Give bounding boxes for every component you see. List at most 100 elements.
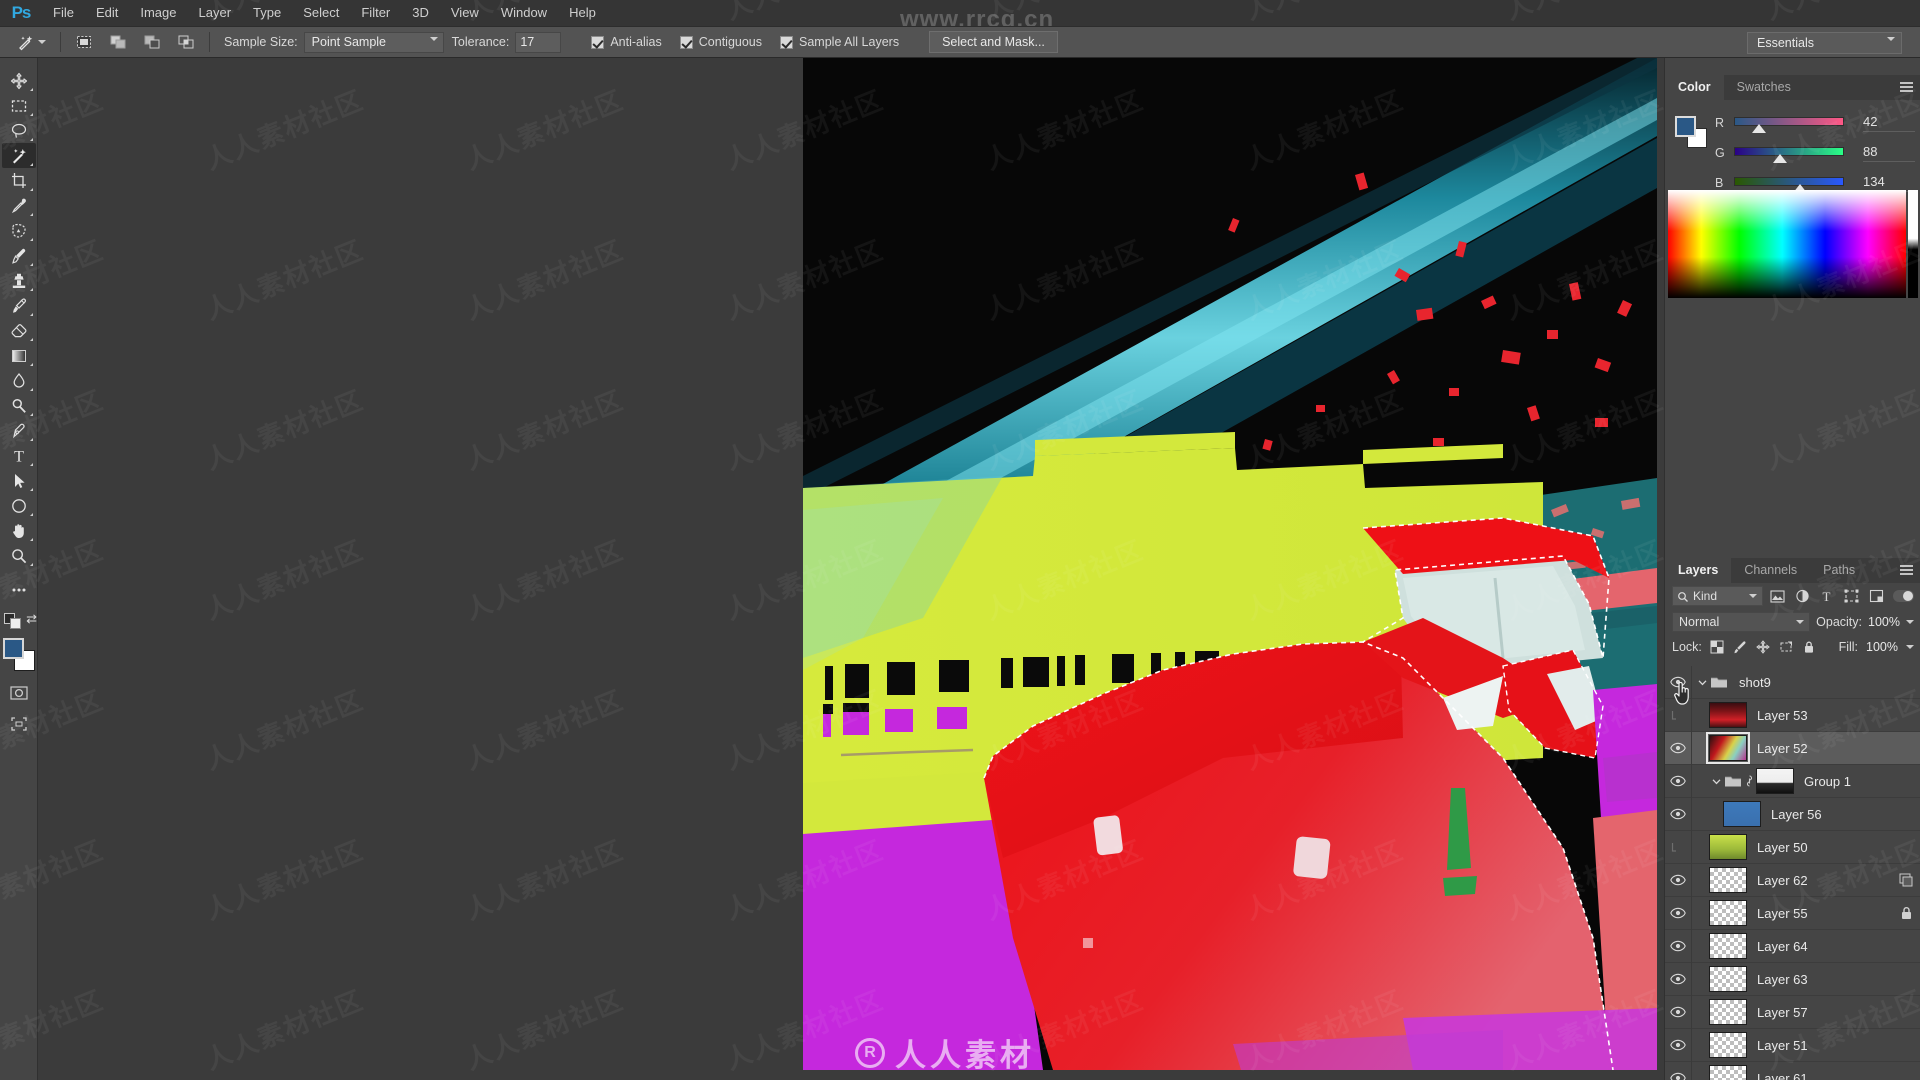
quick-mask-icon[interactable]: [2, 680, 36, 705]
menu-layer[interactable]: Layer: [188, 0, 243, 26]
layer-visibility-off-icon[interactable]: [1665, 831, 1691, 864]
layer-thumbnail[interactable]: [1709, 867, 1747, 893]
layer-thumbnail[interactable]: [1706, 732, 1750, 764]
clone-stamp-tool[interactable]: [2, 268, 36, 293]
blend-mode-select[interactable]: Normal: [1672, 611, 1811, 632]
layer-visibility-eye-icon[interactable]: [1665, 765, 1691, 798]
new-selection-icon[interactable]: [67, 29, 101, 55]
layer-row[interactable]: Layer 61: [1665, 1062, 1920, 1080]
screen-mode-icon[interactable]: [2, 711, 36, 736]
fill-value[interactable]: 100%: [1866, 640, 1898, 654]
layer-row[interactable]: Layer 51: [1665, 1029, 1920, 1062]
layer-row[interactable]: Layer 57: [1665, 996, 1920, 1029]
swap-colors-icon[interactable]: ⇄: [26, 611, 37, 627]
panel-menu-icon[interactable]: [1900, 82, 1913, 94]
layer-thumbnail[interactable]: [1723, 801, 1761, 827]
hand-tool[interactable]: [2, 518, 36, 543]
tool-preset-chevron-icon[interactable]: [38, 40, 46, 44]
move-tool[interactable]: [2, 68, 36, 93]
smart-object-filter-icon[interactable]: [1866, 586, 1887, 606]
contiguous-checkbox[interactable]: Contiguous: [679, 35, 762, 49]
dodge-tool[interactable]: [2, 393, 36, 418]
eraser-tool[interactable]: [2, 318, 36, 343]
menu-view[interactable]: View: [440, 0, 490, 26]
layer-thumbnail[interactable]: [1709, 933, 1747, 959]
select-and-mask-button[interactable]: Select and Mask...: [929, 31, 1058, 53]
crop-tool[interactable]: [2, 168, 36, 193]
type-filter-icon[interactable]: T: [1817, 586, 1838, 606]
canvas-area[interactable]: [38, 58, 1664, 1080]
layer-row[interactable]: Layer 62: [1665, 864, 1920, 897]
tab-layers[interactable]: Layers: [1665, 558, 1732, 583]
layer-visibility-eye-icon[interactable]: [1665, 963, 1691, 996]
lock-all-icon[interactable]: [1802, 638, 1817, 655]
layer-thumbnail[interactable]: [1709, 900, 1747, 926]
path-selection-tool[interactable]: [2, 468, 36, 493]
blur-tool[interactable]: [2, 368, 36, 393]
blue-slider-track[interactable]: [1734, 177, 1844, 186]
layer-visibility-eye-icon[interactable]: [1665, 798, 1691, 831]
layer-row[interactable]: Layer 50: [1665, 831, 1920, 864]
layer-name[interactable]: Layer 62: [1757, 873, 1808, 888]
panel-menu-icon[interactable]: [1900, 565, 1913, 577]
patch-tool[interactable]: [2, 218, 36, 243]
history-brush-tool[interactable]: [2, 293, 36, 318]
intersect-selection-icon[interactable]: [169, 29, 203, 55]
layer-row[interactable]: Layer 56: [1665, 798, 1920, 831]
lock-position-icon[interactable]: [1756, 638, 1771, 655]
layer-name[interactable]: Layer 53: [1757, 708, 1808, 723]
menu-edit[interactable]: Edit: [85, 0, 129, 26]
brush-tool[interactable]: [2, 243, 36, 268]
gradient-tool[interactable]: [2, 343, 36, 368]
opacity-chevron-icon[interactable]: [1906, 619, 1914, 624]
filter-kind-select[interactable]: Kind: [1672, 586, 1764, 606]
layer-visibility-eye-icon[interactable]: [1665, 930, 1691, 963]
tab-channels[interactable]: Channels: [1731, 558, 1810, 583]
menu-window[interactable]: Window: [490, 0, 558, 26]
layer-name[interactable]: Layer 57: [1757, 1005, 1808, 1020]
layer-visibility-eye-icon[interactable]: [1665, 1062, 1691, 1080]
layer-row[interactable]: Layer 64: [1665, 930, 1920, 963]
fill-chevron-icon[interactable]: [1906, 644, 1915, 649]
lock-artboard-nesting-icon[interactable]: [1779, 638, 1794, 655]
menu-file[interactable]: File: [42, 0, 85, 26]
anti-alias-checkbox[interactable]: Anti-alias: [591, 35, 662, 49]
adjustment-filter-icon[interactable]: [1792, 586, 1813, 606]
rectangular-marquee-tool[interactable]: [2, 93, 36, 118]
sample-all-layers-checkbox[interactable]: Sample All Layers: [780, 35, 899, 49]
group-expand-chevron-icon[interactable]: [1695, 678, 1709, 687]
layer-thumbnail[interactable]: [1709, 1065, 1747, 1080]
green-slider-knob[interactable]: [1773, 154, 1787, 163]
green-slider-track[interactable]: [1734, 147, 1844, 156]
layer-row[interactable]: Layer 55: [1665, 897, 1920, 930]
layer-visibility-eye-icon[interactable]: [1665, 996, 1691, 1029]
layer-row[interactable]: shot9: [1665, 666, 1920, 699]
sample-size-select[interactable]: Point Sample: [303, 31, 444, 53]
layer-thumbnail[interactable]: [1709, 1032, 1747, 1058]
layer-name[interactable]: Layer 63: [1757, 972, 1808, 987]
filter-enable-toggle[interactable]: [1893, 590, 1914, 602]
pixel-filter-icon[interactable]: [1767, 586, 1788, 606]
lasso-tool[interactable]: [2, 118, 36, 143]
tolerance-input[interactable]: 17: [515, 31, 562, 53]
layer-thumbnail[interactable]: [1709, 966, 1747, 992]
menu-filter[interactable]: Filter: [350, 0, 401, 26]
spectrum-white-black-strip[interactable]: [1908, 190, 1918, 298]
layer-thumbnail[interactable]: [1709, 702, 1747, 728]
layer-visibility-eye-icon[interactable]: [1665, 732, 1691, 765]
layer-visibility-eye-icon[interactable]: [1665, 864, 1691, 897]
mask-link-icon[interactable]: [1743, 774, 1756, 788]
color-panel-foreground-swatch[interactable]: [1675, 116, 1696, 137]
magic-wand-tool[interactable]: [2, 143, 36, 168]
layer-name[interactable]: Group 1: [1804, 774, 1851, 789]
shape-filter-icon[interactable]: [1841, 586, 1862, 606]
red-slider-knob[interactable]: [1752, 124, 1766, 133]
layer-list[interactable]: shot9 Layer 53 Layer 52 Group 1 Layer 56 Laye…: [1665, 666, 1920, 1080]
layer-name[interactable]: Layer 64: [1757, 939, 1808, 954]
opacity-value[interactable]: 100%: [1868, 615, 1900, 629]
menu-3d[interactable]: 3D: [401, 0, 440, 26]
ellipse-tool[interactable]: [2, 493, 36, 518]
menu-type[interactable]: Type: [242, 0, 292, 26]
color-spectrum-ramp[interactable]: [1668, 190, 1918, 298]
foreground-color-swatch[interactable]: [3, 638, 24, 659]
